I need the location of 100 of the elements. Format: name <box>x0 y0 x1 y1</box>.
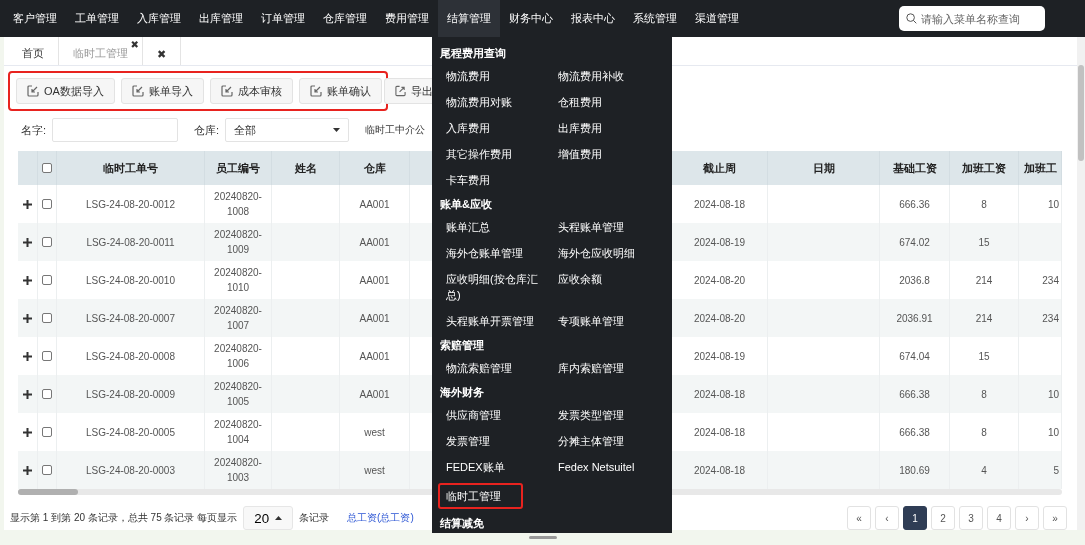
menu-item[interactable]: 供应商管理 <box>438 405 509 425</box>
column-header: 加班工资 <box>950 151 1019 185</box>
menu-item[interactable]: 出库费用 <box>550 118 610 138</box>
expand-icon[interactable] <box>23 465 32 475</box>
table-cell: 234 <box>1042 274 1059 286</box>
table-cell: LSG-24-08-20-0007 <box>86 312 175 324</box>
import-icon <box>27 85 39 97</box>
export-icon <box>395 85 406 97</box>
menu-item[interactable]: 入库费用 <box>438 118 498 138</box>
expand-icon[interactable] <box>23 313 32 323</box>
table-cell: LSG-24-08-20-0010 <box>86 274 175 286</box>
table-cell: 15 <box>978 350 990 362</box>
column-header: 日期 <box>768 151 880 185</box>
nav-menu-item[interactable]: 仓库管理 <box>314 0 376 37</box>
nav-menu-item[interactable]: 费用管理 <box>376 0 438 37</box>
menu-item[interactable]: 仓租费用 <box>550 92 610 112</box>
menu-item[interactable]: 卡车费用 <box>438 170 498 190</box>
nav-menu-item[interactable]: 工单管理 <box>66 0 128 37</box>
table-cell-text: 20240820-1003 <box>213 456 263 485</box>
table-cell: LSG-24-08-20-0009 <box>86 388 175 400</box>
menu-item[interactable]: 物流索赔管理 <box>438 358 520 378</box>
toolbar-button[interactable]: OA数据导入 <box>16 78 115 104</box>
checkbox[interactable] <box>42 465 52 475</box>
checkbox[interactable] <box>42 275 52 285</box>
checkbox[interactable] <box>42 427 52 437</box>
menu-item[interactable]: 其它操作费用 <box>438 144 520 164</box>
vertical-scrollbar[interactable] <box>1077 37 1085 530</box>
expand-icon[interactable] <box>23 351 32 361</box>
nav-menu-item[interactable]: 出库管理 <box>190 0 252 37</box>
table-cell-text: 20240820-1010 <box>213 266 263 295</box>
menu-item[interactable]: 发票类型管理 <box>550 405 632 425</box>
menu-item[interactable]: 头程账单管理 <box>550 217 632 237</box>
name-input-field[interactable] <box>52 118 179 142</box>
page-button[interactable]: ‹ <box>875 506 899 530</box>
menu-item[interactable]: 海外仓账单管理 <box>438 243 531 263</box>
table-cell: 2024-08-20 <box>693 274 746 286</box>
table-cell: 15 <box>978 236 990 248</box>
nav-menu-item[interactable]: 财务中心 <box>500 0 562 37</box>
nav-menu-item[interactable]: 渠道管理 <box>686 0 748 37</box>
menu-item[interactable]: 应收余额 <box>550 269 610 289</box>
menu-item[interactable]: 增值费用 <box>550 144 610 164</box>
menu-item[interactable]: FEDEX账单 <box>438 457 513 477</box>
table-cell: 5 <box>1053 464 1059 476</box>
table-cell: 2036.8 <box>899 274 930 286</box>
nav-menu-item[interactable]: 入库管理 <box>128 0 190 37</box>
search-field[interactable]: 请输入菜单名称查询 <box>899 6 1045 31</box>
nav-menu-item[interactable]: 结算管理 <box>438 0 500 37</box>
expand-icon[interactable] <box>23 389 32 399</box>
page-button[interactable]: 3 <box>959 506 983 530</box>
page-button[interactable]: « <box>847 506 871 530</box>
menu-item[interactable]: 账单汇总 <box>438 217 498 237</box>
checkbox[interactable] <box>42 351 52 361</box>
field-label: 名字: <box>21 122 47 138</box>
page-size-select[interactable]: 20 <box>243 506 294 530</box>
page-button[interactable]: 2 <box>931 506 955 530</box>
nav-menu-item[interactable]: 报表中心 <box>562 0 624 37</box>
checkbox[interactable] <box>42 199 52 209</box>
toolbar-button[interactable]: 账单确认 <box>298 78 382 104</box>
menu-item[interactable]: 物流费用补收 <box>550 66 632 86</box>
table-cell: 674.04 <box>899 350 930 362</box>
menu-item[interactable]: 库内索赔管理 <box>550 358 632 378</box>
table-cell: AA001 <box>359 350 390 362</box>
close-icon[interactable]: ✖ <box>130 39 139 50</box>
page-button[interactable]: » <box>1043 506 1067 530</box>
total-wage-link[interactable]: 总工资(总工资) <box>347 511 414 525</box>
toolbar-button[interactable]: 账单导入 <box>120 78 204 104</box>
resize-handle[interactable] <box>528 536 557 539</box>
table-cell: AA001 <box>359 198 390 210</box>
page-button[interactable]: › <box>1015 506 1039 530</box>
field-label: 仓库: <box>194 122 220 138</box>
warehouse-select[interactable]: 全部 <box>225 118 350 142</box>
table-cell: LSG-24-08-20-0011 <box>86 236 175 248</box>
expand-icon[interactable] <box>23 275 32 285</box>
menu-item[interactable]: Fedex Netsuitel <box>550 457 643 477</box>
menu-item[interactable]: 应收明细(按仓库汇总) <box>438 269 550 305</box>
pagination-info: 显示第 1 到第 20 条记录，总共 75 条记录 每页显示 <box>10 511 238 525</box>
checkbox[interactable] <box>42 163 52 173</box>
checkbox[interactable] <box>42 313 52 323</box>
nav-menu-item[interactable]: 客户管理 <box>4 0 66 37</box>
expand-icon[interactable] <box>23 427 32 437</box>
menu-item[interactable]: 海外仓应收明细 <box>550 243 643 263</box>
page-button[interactable]: 4 <box>987 506 1011 530</box>
checkbox[interactable] <box>42 389 52 399</box>
checkbox[interactable] <box>42 237 52 247</box>
toolbar-button[interactable]: 成本审核 <box>209 78 293 104</box>
table-cell: 8 <box>981 426 987 438</box>
menu-item[interactable]: 分摊主体管理 <box>550 431 632 451</box>
table-cell: 666.36 <box>899 198 930 210</box>
menu-item[interactable]: 头程账单开票管理 <box>438 311 542 331</box>
menu-item[interactable]: 专项账单管理 <box>550 311 632 331</box>
expand-icon[interactable] <box>23 237 32 247</box>
expand-icon[interactable] <box>23 199 32 209</box>
nav-menu-item[interactable]: 系统管理 <box>624 0 686 37</box>
menu-item[interactable]: 临时工管理 <box>438 483 523 509</box>
menu-item[interactable]: 发票管理 <box>438 431 498 451</box>
table-cell: LSG-24-08-20-0008 <box>86 350 175 362</box>
table-cell: 2024-08-19 <box>693 236 746 248</box>
nav-menu-item[interactable]: 订单管理 <box>252 0 314 37</box>
page-button[interactable]: 1 <box>903 506 927 530</box>
table-cell: 666.38 <box>899 388 930 400</box>
